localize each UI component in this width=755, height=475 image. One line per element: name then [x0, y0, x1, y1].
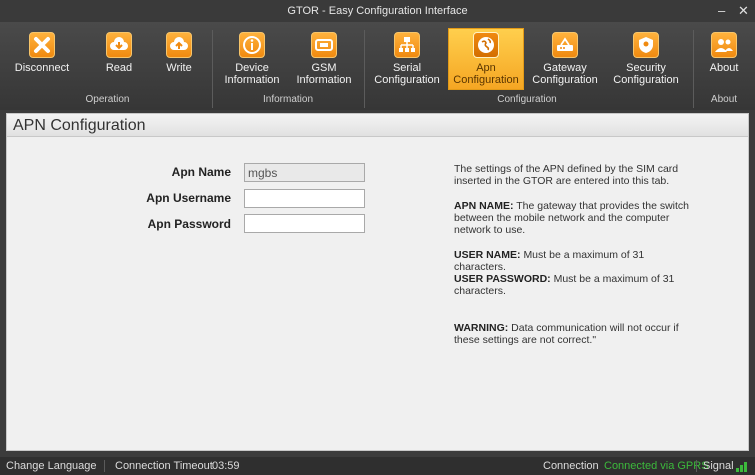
group-information: Information	[262, 94, 314, 105]
group-operation: Operation	[85, 94, 130, 105]
gateway-configuration-button[interactable]: Gateway Configuration	[526, 28, 604, 90]
ribbon-divider	[364, 30, 365, 108]
page-header: APN Configuration	[6, 113, 749, 137]
ribbon-divider	[212, 30, 213, 108]
help-user-password-title: USER PASSWORD:	[454, 273, 551, 285]
help-user-password: USER PASSWORD: Must be a maximum of 31 c…	[454, 273, 694, 297]
apn-username-input[interactable]	[244, 189, 365, 208]
help-apn-name-title: APN NAME:	[454, 200, 514, 212]
signal-strength-icon	[736, 462, 747, 472]
router-icon	[552, 32, 578, 58]
about-label: About	[709, 62, 739, 74]
cloud-download-icon	[106, 32, 132, 58]
cloud-upload-icon	[166, 32, 192, 58]
info-icon	[239, 32, 265, 58]
connection-timeout-label: Connection Timeout	[115, 460, 213, 472]
help-warning-title: WARNING:	[454, 322, 509, 334]
disconnect-label: Disconnect	[14, 62, 70, 74]
change-language-link[interactable]: Change Language	[6, 460, 97, 472]
status-divider	[696, 460, 697, 472]
apn-configuration-button[interactable]: Apn Configuration	[448, 28, 524, 90]
apn-name-input[interactable]	[244, 163, 365, 182]
disconnect-button[interactable]: Disconnect	[6, 28, 78, 90]
ribbon-divider	[693, 30, 694, 108]
minimize-button[interactable]: –	[718, 3, 725, 18]
serial-configuration-button[interactable]: Serial Configuration	[368, 28, 446, 90]
device-information-label: Device Information	[224, 62, 280, 86]
gsm-information-label: GSM Information	[296, 62, 352, 86]
title-bar: GTOR - Easy Configuration Interface – ✕	[0, 0, 755, 22]
network-tree-icon	[394, 32, 420, 58]
write-label: Write	[166, 62, 192, 74]
connection-timeout-value: 03:59	[212, 460, 240, 472]
help-apn-name: APN NAME: The gateway that provides the …	[454, 200, 694, 236]
globe-icon	[473, 32, 499, 58]
help-user-name: USER NAME: Must be a maximum of 31 chara…	[454, 249, 694, 273]
apn-username-label: Apn Username	[146, 191, 231, 205]
window-title: GTOR - Easy Configuration Interface	[287, 5, 468, 17]
security-configuration-button[interactable]: Security Configuration	[606, 28, 686, 90]
content-panel: Apn Name Apn Username Apn Password The s…	[6, 137, 749, 451]
write-button[interactable]: Write	[149, 28, 209, 90]
device-information-button[interactable]: Device Information	[216, 28, 288, 90]
connection-status-value: Connected via GPRS	[604, 460, 709, 472]
serial-configuration-label: Serial Configuration	[374, 62, 440, 86]
help-warning: WARNING: Data communication will not occ…	[454, 322, 694, 346]
group-configuration: Configuration	[497, 94, 557, 105]
shield-icon	[633, 32, 659, 58]
gateway-configuration-label: Gateway Configuration	[532, 62, 598, 86]
status-bar: Change Language Connection Timeout 03:59…	[0, 457, 755, 475]
connection-label: Connection	[543, 460, 599, 472]
gsm-information-button[interactable]: GSM Information	[288, 28, 360, 90]
group-about: About	[710, 94, 738, 105]
signal-label: Signal	[703, 460, 734, 472]
page-title: APN Configuration	[13, 117, 146, 134]
apn-password-input[interactable]	[244, 214, 365, 233]
about-button[interactable]: About	[697, 28, 751, 90]
sim-card-icon	[311, 32, 337, 58]
status-divider	[104, 460, 105, 472]
read-label: Read	[105, 62, 133, 74]
users-icon	[711, 32, 737, 58]
read-button[interactable]: Read	[89, 28, 149, 90]
close-button[interactable]: ✕	[738, 3, 749, 19]
apn-configuration-label: Apn Configuration	[453, 62, 519, 86]
security-configuration-label: Security Configuration	[613, 62, 679, 86]
ribbon-toolbar: Disconnect Read Write Operation Device I…	[0, 22, 755, 110]
disconnect-icon	[29, 32, 55, 58]
help-user-name-title: USER NAME:	[454, 249, 521, 261]
apn-name-label: Apn Name	[171, 165, 231, 179]
help-intro: The settings of the APN defined by the S…	[454, 163, 679, 187]
apn-password-label: Apn Password	[147, 217, 231, 231]
